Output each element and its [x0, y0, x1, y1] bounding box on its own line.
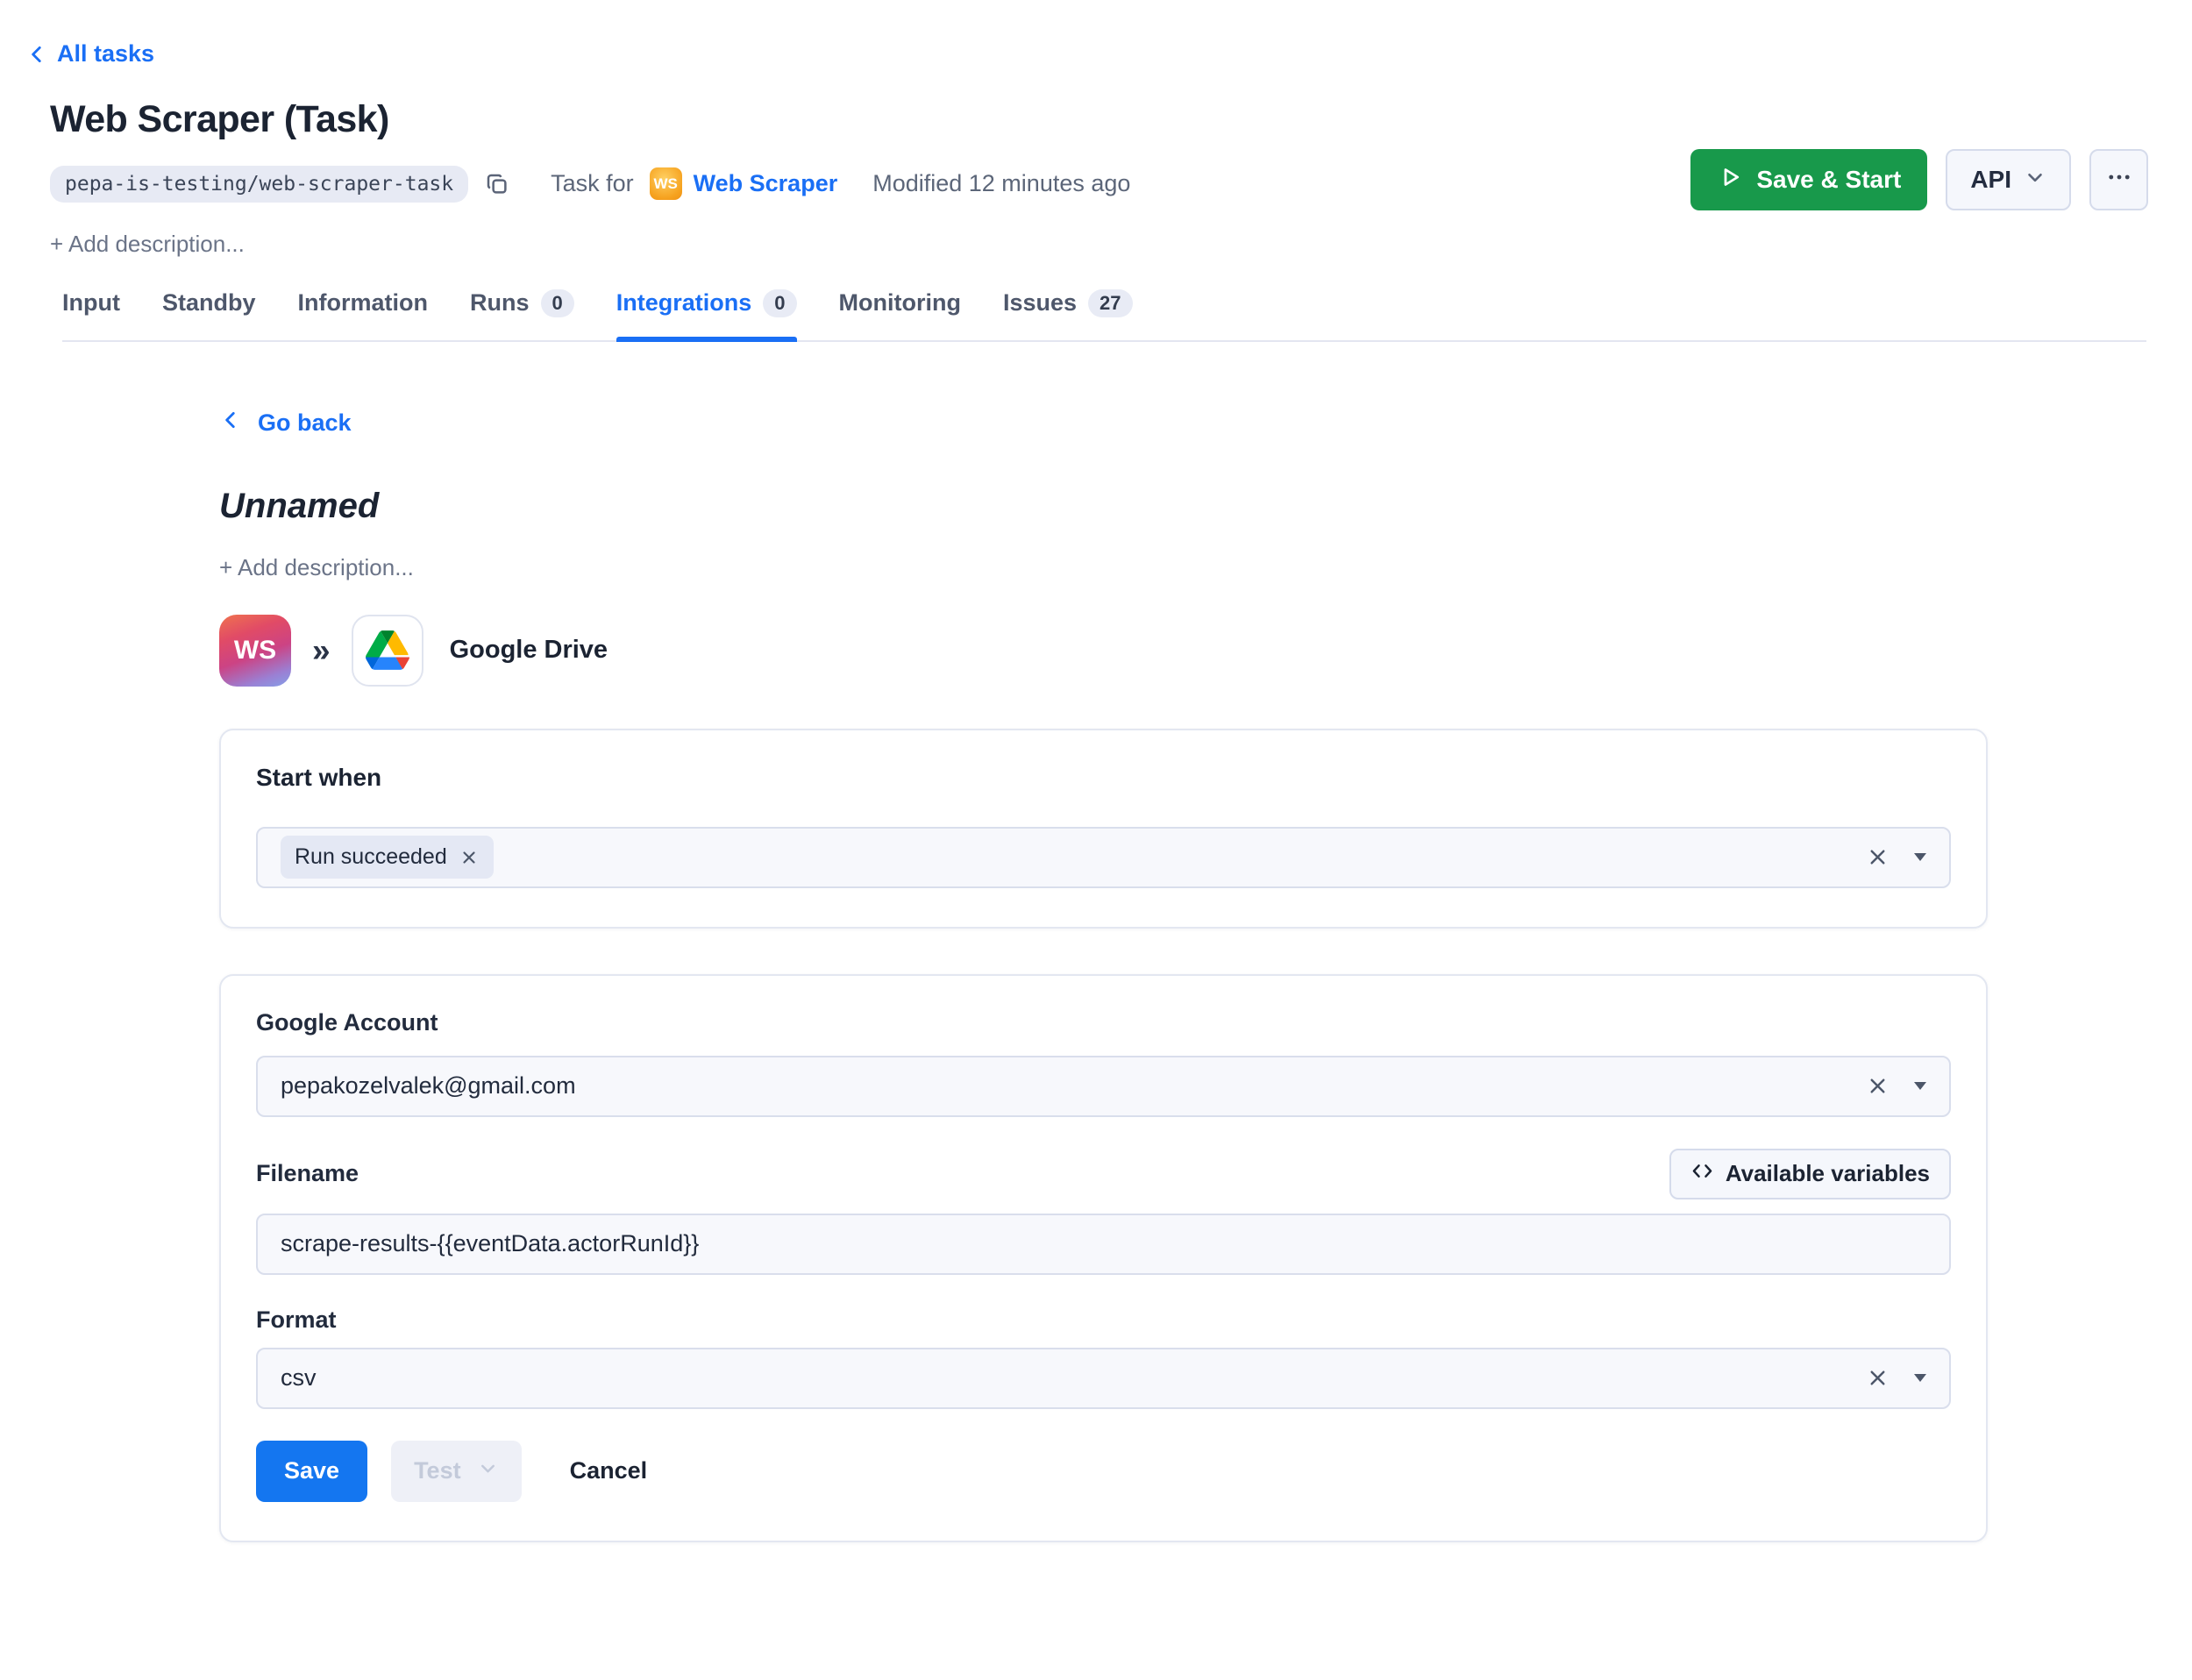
- tab-issues[interactable]: Issues 27: [1003, 289, 1133, 340]
- trigger-chip: Run succeeded: [281, 836, 494, 879]
- google-drive-icon: [352, 615, 423, 687]
- filename-input[interactable]: scrape-results-{{eventData.actorRunId}}: [256, 1214, 1951, 1275]
- header-actions: Save & Start API: [1690, 149, 2148, 210]
- all-tasks-label: All tasks: [57, 40, 154, 68]
- tab-information[interactable]: Information: [298, 289, 429, 340]
- form-actions: Save Test Cancel: [256, 1441, 1951, 1502]
- google-account-label: Google Account: [256, 1009, 1951, 1036]
- go-back-link[interactable]: Go back: [219, 409, 352, 438]
- save-and-start-button[interactable]: Save & Start: [1690, 149, 1927, 210]
- trigger-multiselect[interactable]: Run succeeded: [256, 827, 1951, 888]
- actor-link[interactable]: Web Scraper: [694, 170, 838, 197]
- integration-detail: Go back Unnamed + Add description... WS …: [219, 409, 1988, 1542]
- more-options-button[interactable]: [2089, 149, 2148, 210]
- runs-count-badge: 0: [541, 289, 574, 317]
- integration-add-description-link[interactable]: + Add description...: [219, 554, 1988, 581]
- web-scraper-source-icon: WS: [219, 615, 291, 687]
- ellipsis-icon: [2104, 162, 2134, 198]
- issues-count-badge: 27: [1088, 289, 1132, 317]
- start-when-heading: Start when: [256, 764, 1951, 792]
- format-select[interactable]: csv: [256, 1348, 1951, 1409]
- filename-label: Filename: [256, 1160, 359, 1187]
- chevron-down-icon: [2024, 166, 2046, 195]
- save-button[interactable]: Save: [256, 1441, 367, 1502]
- chevron-left-icon: [25, 43, 48, 66]
- double-chevron-icon: »: [312, 632, 331, 669]
- format-label: Format: [256, 1306, 337, 1334]
- task-path-badge[interactable]: pepa-is-testing/web-scraper-task: [50, 166, 468, 203]
- test-button[interactable]: Test: [391, 1441, 522, 1502]
- clear-format-icon[interactable]: [1866, 1366, 1890, 1390]
- clear-google-account-icon[interactable]: [1866, 1074, 1890, 1098]
- tab-runs[interactable]: Runs 0: [470, 289, 574, 340]
- dropdown-caret-icon[interactable]: [1914, 853, 1926, 861]
- target-service-name: Google Drive: [450, 636, 608, 665]
- task-header: All tasks Web Scraper (Task) pepa-is-tes…: [0, 0, 2192, 258]
- play-icon: [1717, 164, 1743, 196]
- start-when-card: Start when Run succeeded: [219, 729, 1988, 929]
- page-title: Web Scraper (Task): [50, 98, 2148, 141]
- available-variables-button[interactable]: Available variables: [1669, 1149, 1951, 1199]
- web-scraper-actor-icon: WS: [650, 167, 682, 200]
- all-tasks-back-link[interactable]: All tasks: [25, 40, 154, 68]
- copy-icon[interactable]: [480, 167, 514, 201]
- api-button[interactable]: API: [1946, 149, 2071, 210]
- chevron-left-icon: [219, 409, 242, 438]
- tab-integrations[interactable]: Integrations 0: [616, 289, 797, 340]
- cancel-button[interactable]: Cancel: [565, 1456, 653, 1485]
- tab-input[interactable]: Input: [62, 289, 120, 340]
- integrations-count-badge: 0: [763, 289, 796, 317]
- task-tabs: Input Standby Information Runs 0 Integra…: [62, 289, 2146, 342]
- remove-trigger-icon[interactable]: [459, 847, 480, 868]
- chevron-down-icon: [477, 1457, 499, 1485]
- integration-connection-row: WS » Google Drive: [219, 615, 1988, 687]
- clear-trigger-select-icon[interactable]: [1866, 845, 1890, 869]
- task-for-label: Task for: [551, 170, 634, 197]
- dropdown-caret-icon[interactable]: [1914, 1082, 1926, 1090]
- add-description-link[interactable]: + Add description...: [50, 231, 2148, 258]
- code-brackets-icon: [1690, 1159, 1714, 1189]
- format-value: csv: [281, 1364, 317, 1392]
- tab-standby[interactable]: Standby: [162, 289, 256, 340]
- modified-timestamp: Modified 12 minutes ago: [872, 170, 1130, 197]
- tab-monitoring[interactable]: Monitoring: [839, 289, 961, 340]
- google-account-value: pepakozelvalek@gmail.com: [281, 1072, 576, 1100]
- dropdown-caret-icon[interactable]: [1914, 1374, 1926, 1382]
- google-account-select[interactable]: pepakozelvalek@gmail.com: [256, 1056, 1951, 1117]
- filename-value: scrape-results-{{eventData.actorRunId}}: [281, 1230, 699, 1257]
- integration-name: Unnamed: [219, 487, 1988, 526]
- integration-settings-card: Google Account pepakozelvalek@gmail.com …: [219, 974, 1988, 1542]
